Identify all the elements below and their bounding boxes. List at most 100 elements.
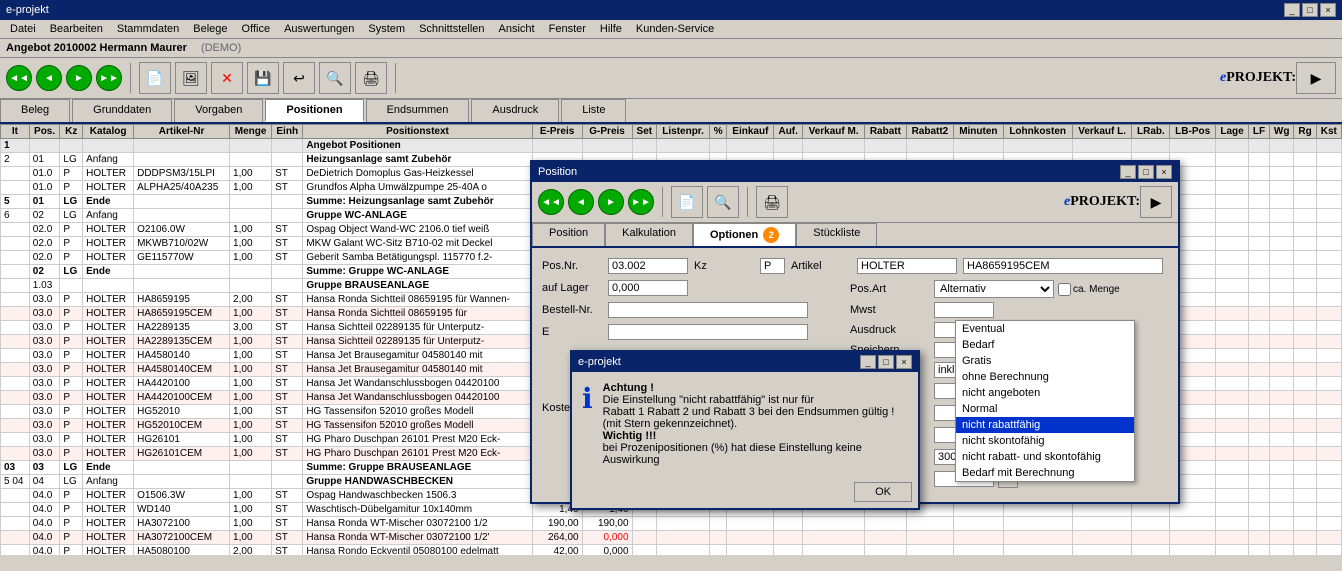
col-lf: LF: [1249, 125, 1270, 139]
pos-nav-last[interactable]: ►►: [628, 189, 654, 215]
position-dialog-close[interactable]: ×: [1156, 165, 1172, 179]
warning-max[interactable]: □: [878, 355, 894, 369]
e-input[interactable]: [608, 324, 808, 340]
dropdown-nicht-skontofahig[interactable]: nicht skontofähig: [956, 433, 1134, 449]
menu-kunden-service[interactable]: Kunden-Service: [630, 22, 720, 36]
mwst-input[interactable]: [934, 302, 994, 318]
nav-prev-button[interactable]: ◄: [36, 65, 62, 91]
warning-line2: Rabatt 1 Rabatt 2 und Rabatt 3 bei den E…: [603, 406, 908, 418]
menu-datei[interactable]: Datei: [4, 22, 42, 36]
col-kst: Kst: [1316, 125, 1341, 139]
ca-menge-label: ca. Menge: [1058, 283, 1120, 296]
table-row[interactable]: 04.0PHOLTERHA50801002,00ST Hansa Rondo E…: [1, 545, 1342, 556]
dropdown-nicht-rabattfahig[interactable]: nicht rabattfähig: [956, 417, 1134, 433]
position-dialog-max[interactable]: □: [1138, 165, 1154, 179]
artikel-input[interactable]: [857, 258, 957, 274]
pos-tab-optionen[interactable]: Optionen 2: [693, 223, 796, 246]
table-row[interactable]: 04.0PHOLTERHA3072100CEM1,00ST Hansa Rond…: [1, 531, 1342, 545]
logo-button[interactable]: ▶: [1296, 62, 1336, 94]
auf-lager-row: auf Lager: [542, 280, 840, 296]
logo-area: ePROJEKT: ▶: [1220, 62, 1336, 94]
ca-menge-checkbox[interactable]: [1058, 283, 1071, 296]
pos-tab-stuckliste[interactable]: Stückliste: [796, 223, 877, 246]
menu-office[interactable]: Office: [236, 22, 277, 36]
col-katalog: Katalog: [83, 125, 134, 139]
angebot-toolbar: Angebot 2010002 Hermann Maurer (DEMO): [0, 39, 1342, 58]
menu-belege[interactable]: Belege: [187, 22, 233, 36]
col-rabatt: Rabatt: [865, 125, 906, 139]
pos-new-btn[interactable]: 📄: [671, 186, 703, 218]
col-listenpr: Listenpr.: [657, 125, 710, 139]
dropdown-bedarf[interactable]: Bedarf: [956, 337, 1134, 353]
pos-tab-position[interactable]: Position: [532, 223, 605, 246]
tab-beleg[interactable]: Beleg: [0, 99, 70, 122]
artikel-name-input[interactable]: [963, 258, 1163, 274]
pos-form-top: Pos.Nr. Kz Artikel: [542, 258, 1168, 274]
nav-forward-button[interactable]: ►►: [96, 65, 122, 91]
warning-line3: (mit Stern gekennzeichnet).: [603, 418, 908, 430]
warning-icon: ℹ: [582, 382, 593, 466]
nav-back-button[interactable]: ◄◄: [6, 65, 32, 91]
menu-schnittstellen[interactable]: Schnittstellen: [413, 22, 490, 36]
pos-art-dropdown: Eventual Bedarf Gratis ohne Berechnung n…: [955, 320, 1135, 482]
mwst-row: Mwst: [850, 302, 1168, 318]
menu-system[interactable]: System: [362, 22, 411, 36]
pos-search-btn[interactable]: 🔍: [707, 186, 739, 218]
print-button[interactable]: 🖨: [355, 62, 387, 94]
pos-nav-prev[interactable]: ◄: [568, 189, 594, 215]
dropdown-nicht-angeboten[interactable]: nicht angeboten: [956, 385, 1134, 401]
menu-bearbeiten[interactable]: Bearbeiten: [44, 22, 109, 36]
pos-tab-kalkulation[interactable]: Kalkulation: [605, 223, 693, 246]
dropdown-ohne-berechnung[interactable]: ohne Berechnung: [956, 369, 1134, 385]
nav-next-button[interactable]: ►: [66, 65, 92, 91]
bestell-nr-label: Bestell-Nr.: [542, 304, 602, 316]
col-pct: %: [710, 125, 727, 139]
auf-lager-input[interactable]: [608, 280, 688, 296]
mwst-label: Mwst: [850, 304, 930, 316]
menu-fenster[interactable]: Fenster: [543, 22, 592, 36]
table-row[interactable]: 04.0PHOLTERHA30721001,00ST Hansa Ronda W…: [1, 517, 1342, 531]
menu-auswertungen[interactable]: Auswertungen: [278, 22, 360, 36]
pos-art-row: Pos.Art Alternativ ca. Menge: [850, 280, 1168, 298]
maximize-button[interactable]: □: [1302, 3, 1318, 17]
pos-nav-next[interactable]: ►: [598, 189, 624, 215]
dropdown-gratis[interactable]: Gratis: [956, 353, 1134, 369]
tab-endsummen[interactable]: Endsummen: [366, 99, 470, 122]
tab-grunddaten[interactable]: Grunddaten: [72, 99, 172, 122]
warning-close[interactable]: ×: [896, 355, 912, 369]
col-pos: Pos.: [29, 125, 60, 139]
undo-button[interactable]: ↩: [283, 62, 315, 94]
save-button[interactable]: 💾: [247, 62, 279, 94]
pos-print-btn[interactable]: 🖨: [756, 186, 788, 218]
bestell-nr-input[interactable]: [608, 302, 808, 318]
warning-min[interactable]: _: [860, 355, 876, 369]
dropdown-normal[interactable]: Normal: [956, 401, 1134, 417]
pos-nav-first[interactable]: ◄◄: [538, 189, 564, 215]
pos-art-select[interactable]: Alternativ: [934, 280, 1054, 298]
toolbar-separator2: [395, 63, 396, 93]
new-button[interactable]: 📄: [139, 62, 171, 94]
dropdown-eventual[interactable]: Eventual: [956, 321, 1134, 337]
dropdown-nicht-rabatt-und-skontofahig[interactable]: nicht rabatt- und skontofähig: [956, 449, 1134, 465]
position-dialog-min[interactable]: _: [1120, 165, 1136, 179]
menu-bar: Datei Bearbeiten Stammdaten Belege Offic…: [0, 20, 1342, 39]
tab-ausdruck[interactable]: Ausdruck: [471, 99, 559, 122]
kz-input[interactable]: [760, 258, 785, 274]
tab-positionen[interactable]: Positionen: [265, 99, 363, 122]
table-row[interactable]: 1 Angebot Positionen: [1, 139, 1342, 153]
warning-ok-button[interactable]: OK: [854, 482, 912, 502]
pos-logo-btn[interactable]: ▶: [1140, 186, 1172, 218]
pos-nr-input[interactable]: [608, 258, 688, 274]
dropdown-bedarf-mit-berechnung[interactable]: Bedarf mit Berechnung: [956, 465, 1134, 481]
close-button[interactable]: ×: [1320, 3, 1336, 17]
tab-vorgaben[interactable]: Vorgaben: [174, 99, 263, 122]
open-button[interactable]: 🖼: [175, 62, 207, 94]
main-tabs: Beleg Grunddaten Vorgaben Positionen End…: [0, 99, 1342, 124]
menu-hilfe[interactable]: Hilfe: [594, 22, 628, 36]
tab-liste[interactable]: Liste: [561, 99, 626, 122]
search-button[interactable]: 🔍: [319, 62, 351, 94]
minimize-button[interactable]: _: [1284, 3, 1300, 17]
delete-button[interactable]: ✕: [211, 62, 243, 94]
menu-ansicht[interactable]: Ansicht: [493, 22, 541, 36]
menu-stammdaten[interactable]: Stammdaten: [111, 22, 185, 36]
